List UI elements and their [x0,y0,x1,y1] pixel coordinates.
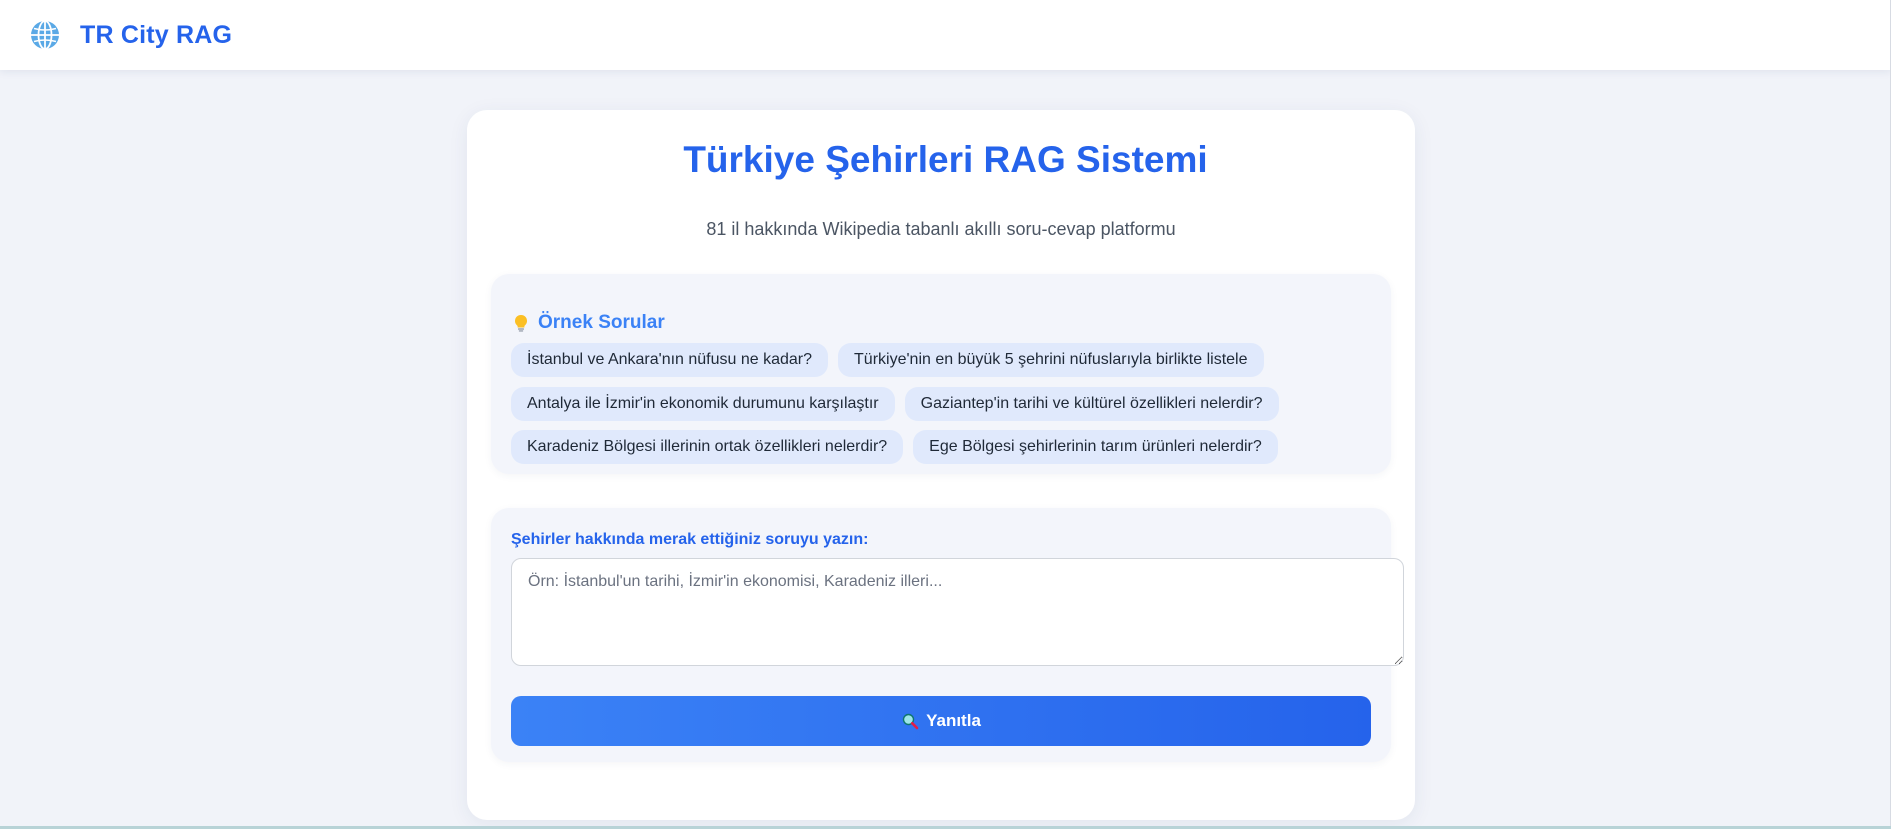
answer-button[interactable]: Yanıtla [511,696,1371,746]
example-row-2: Antalya ile İzmir'in ekonomik durumunu k… [511,387,1289,421]
answer-button-label: Yanıtla [926,711,981,730]
top-navbar: TR City RAG [0,0,1891,70]
example-question-chip[interactable]: İstanbul ve Ankara'nın nüfusu ne kadar? [511,343,829,377]
globe-icon [28,18,62,52]
brand-name: TR City RAG [80,20,233,49]
example-question-chip[interactable]: Türkiye'nin en büyük 5 şehrini nüfusları… [838,343,1264,377]
lightbulb-icon [513,314,529,332]
page-title: Türkiye Şehirleri RAG Sistemi [683,139,1208,180]
example-question-chip[interactable]: Antalya ile İzmir'in ekonomik durumunu k… [511,387,895,421]
page-subtitle-container: 81 il hakkında Wikipedia tabanlı akıllı … [467,219,1415,240]
magnifier-icon [901,712,919,730]
example-questions-header: Örnek Sorular [513,312,665,334]
brand[interactable]: TR City RAG [28,18,232,52]
example-row-1: İstanbul ve Ankara'nın nüfusu ne kadar? … [511,343,1274,377]
example-question-chip[interactable]: Karadeniz Bölgesi illerinin ortak özelli… [511,430,904,464]
example-row-3: Karadeniz Bölgesi illerinin ortak özelli… [511,430,1288,464]
page-subtitle: 81 il hakkında Wikipedia tabanlı akıllı … [706,219,1176,239]
example-question-chip[interactable]: Ege Bölgesi şehirlerinin tarım ürünleri … [913,430,1278,464]
question-input[interactable] [511,558,1404,666]
example-questions-title: Örnek Sorular [538,312,665,333]
example-question-chip[interactable]: Gaziantep'in tarihi ve kültürel özellikl… [904,387,1279,421]
question-label: Şehirler hakkında merak ettiğiniz soruyu… [511,531,869,548]
